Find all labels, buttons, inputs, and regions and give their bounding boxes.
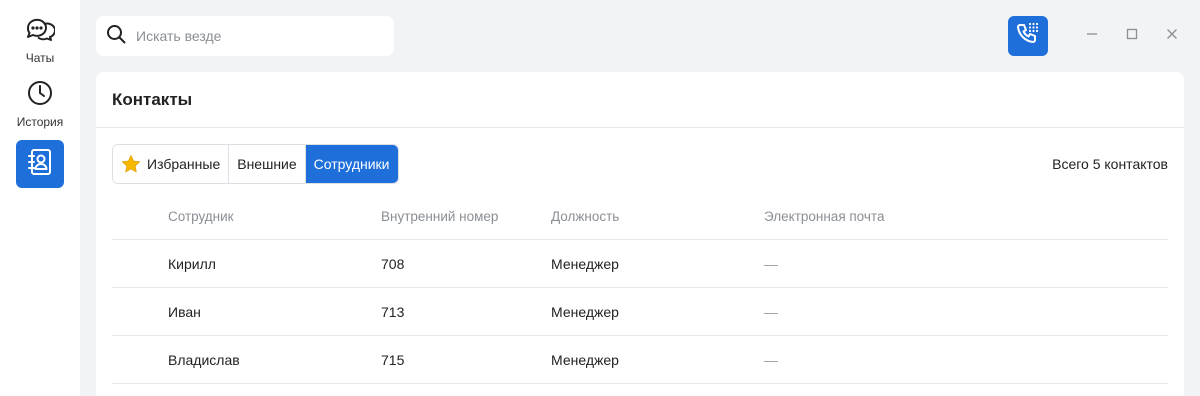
nav-rail: Чаты История xyxy=(0,0,80,396)
nav-item-chats[interactable]: Чаты xyxy=(16,16,64,65)
column-header-employee[interactable]: Сотрудник xyxy=(168,192,234,240)
email: — xyxy=(764,352,778,368)
star-icon xyxy=(121,154,141,174)
tab-external[interactable]: Внешние xyxy=(229,145,306,183)
tab-label: Сотрудники xyxy=(313,156,390,172)
position: Менеджер xyxy=(551,352,619,368)
page-title: Контакты xyxy=(112,90,193,109)
call-button[interactable] xyxy=(1008,16,1048,56)
nav-item-label: Чаты xyxy=(25,50,55,65)
clock-icon xyxy=(27,80,53,111)
close-icon xyxy=(1165,27,1179,46)
position: Менеджер xyxy=(551,256,619,272)
tab-employees[interactable]: Сотрудники xyxy=(305,145,398,183)
extension-number: 713 xyxy=(381,304,405,320)
column-header-extension[interactable]: Внутренний номер xyxy=(381,192,498,240)
position: Менеджер xyxy=(551,304,619,320)
table-row[interactable]: Кирилл 708 Менеджер — xyxy=(112,240,1168,288)
tab-favorites[interactable]: Избранные xyxy=(113,145,230,183)
maximize-icon xyxy=(1125,27,1139,46)
table-row[interactable]: Иван 713 Менеджер — xyxy=(112,288,1168,336)
minimize-button[interactable] xyxy=(1082,26,1102,46)
extension-number: 708 xyxy=(381,256,405,272)
employee-name: Владислав xyxy=(168,352,240,368)
column-header-email[interactable]: Электронная почта xyxy=(764,192,884,240)
table-header: Сотрудник Внутренний номер Должность Эле… xyxy=(112,192,1168,240)
contacts-filter-tabs: Избранные Внешние Сотрудники xyxy=(112,144,399,184)
contacts-table: Сотрудник Внутренний номер Должность Эле… xyxy=(112,192,1168,384)
divider xyxy=(96,127,1184,128)
phone-dialpad-icon xyxy=(1015,21,1041,52)
chat-bubbles-icon xyxy=(25,16,56,47)
email: — xyxy=(764,304,778,320)
tab-label: Избранные xyxy=(147,156,221,172)
extension-number: 715 xyxy=(381,352,405,368)
search-icon xyxy=(106,24,126,49)
contacts-count: Всего 5 контактов xyxy=(1052,156,1168,172)
close-button[interactable] xyxy=(1162,26,1182,46)
search-input[interactable] xyxy=(136,28,376,44)
employee-name: Иван xyxy=(168,304,201,320)
maximize-button[interactable] xyxy=(1122,26,1142,46)
contacts-panel: Контакты Избранные Внешние Сотрудники Вс… xyxy=(96,72,1184,396)
nav-item-history[interactable]: История xyxy=(16,80,64,129)
employee-name: Кирилл xyxy=(168,256,216,272)
table-row[interactable]: Владислав 715 Менеджер — xyxy=(112,336,1168,384)
nav-item-contacts[interactable] xyxy=(16,140,64,188)
tab-label: Внешние xyxy=(237,156,297,172)
contacts-book-icon xyxy=(28,148,52,181)
column-header-position[interactable]: Должность xyxy=(551,192,619,240)
global-search[interactable] xyxy=(96,16,394,56)
nav-item-label: История xyxy=(16,114,64,129)
email: — xyxy=(764,256,778,272)
minimize-icon xyxy=(1085,27,1099,46)
